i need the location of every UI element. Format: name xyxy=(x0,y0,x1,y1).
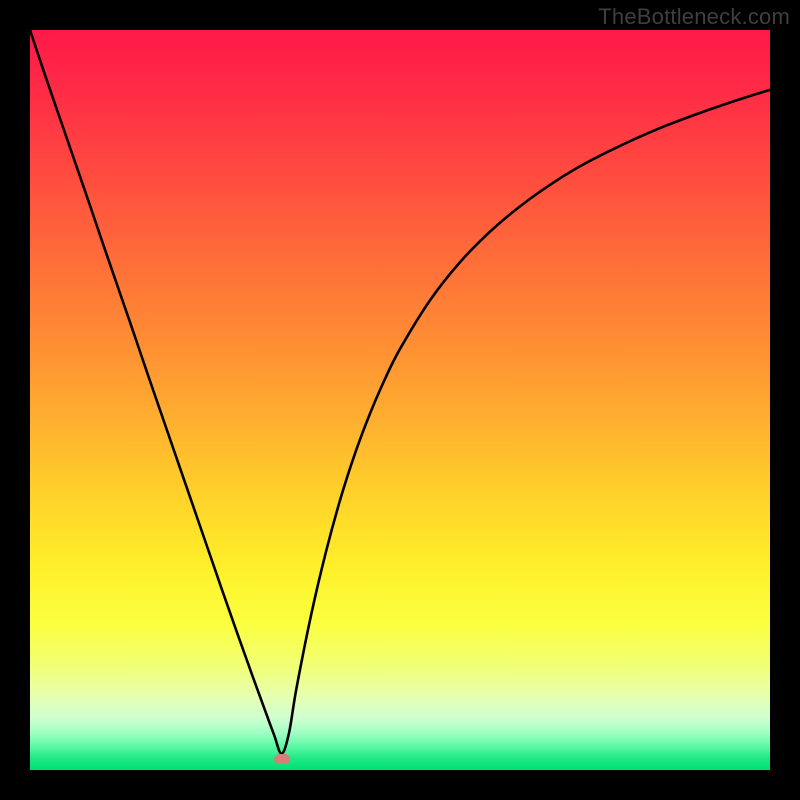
optimal-point-marker xyxy=(274,754,290,764)
plot-area xyxy=(30,30,770,770)
bottleneck-curve xyxy=(30,30,770,770)
watermark-text: TheBottleneck.com xyxy=(598,4,790,30)
chart-frame: TheBottleneck.com xyxy=(0,0,800,800)
